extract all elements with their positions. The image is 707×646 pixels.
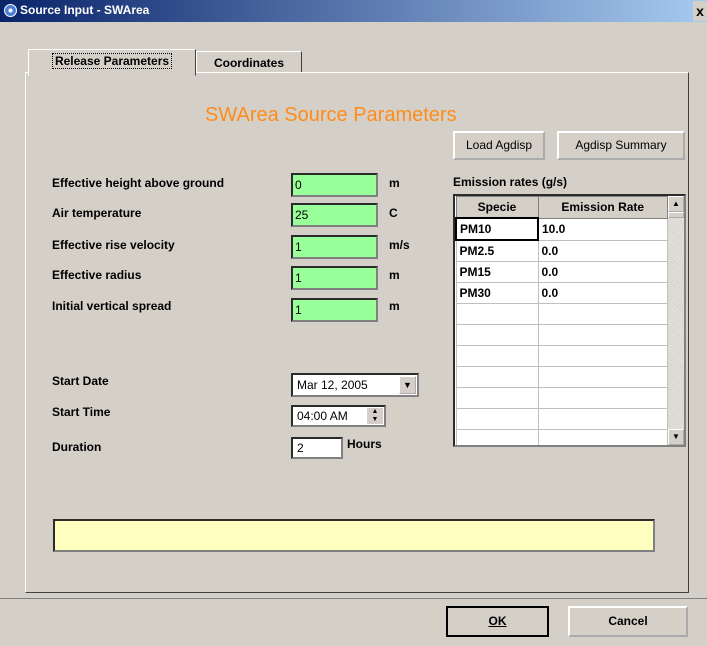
table-cell-rate[interactable] xyxy=(537,429,668,445)
start-time-label: Start Time xyxy=(52,405,111,419)
air-temperature-label: Air temperature xyxy=(52,206,142,220)
tab-coordinates-label: Coordinates xyxy=(213,56,284,70)
emission-header-row: Specie Emission Rate xyxy=(455,196,668,219)
table-row[interactable] xyxy=(455,345,668,367)
table-cell-rate[interactable]: 0.0 xyxy=(537,282,668,304)
bottom-divider xyxy=(0,598,707,599)
app-icon xyxy=(4,4,17,17)
section-header: SWArea Source Parameters xyxy=(205,104,457,126)
table-cell-rate[interactable] xyxy=(537,303,668,325)
table-cell-specie[interactable] xyxy=(455,303,539,325)
effective-height-unit: m xyxy=(389,176,400,190)
table-cell-specie[interactable] xyxy=(455,345,539,367)
table-cell-specie[interactable]: PM10 xyxy=(455,217,539,241)
table-cell-rate[interactable] xyxy=(537,324,668,346)
duration-input[interactable]: 2 xyxy=(291,437,343,459)
table-cell-rate[interactable]: 0.0 xyxy=(537,261,668,283)
start-date-picker[interactable]: Mar 12, 2005 ▼ xyxy=(291,373,419,397)
table-row[interactable] xyxy=(455,387,668,409)
table-cell-specie[interactable]: PM15 xyxy=(455,261,539,283)
tab-release-parameters[interactable]: Release Parameters xyxy=(28,49,196,76)
table-cell-rate[interactable] xyxy=(537,366,668,388)
tab-coordinates[interactable]: Coordinates xyxy=(196,51,302,73)
vertical-spread-unit: m xyxy=(389,299,400,313)
time-spinner-icon[interactable]: ▲ ▼ xyxy=(367,408,383,424)
table-row[interactable] xyxy=(455,408,668,430)
table-row[interactable]: PM2.5 0.0 xyxy=(455,239,668,262)
table-row[interactable] xyxy=(455,324,668,346)
air-temperature-input[interactable]: 25 xyxy=(291,203,378,227)
window-title: Source Input - SWArea xyxy=(20,3,150,17)
load-agdisp-button[interactable]: Load Agdisp xyxy=(453,131,545,160)
table-row[interactable]: PM30 0.0 xyxy=(455,282,668,304)
agdisp-summary-button[interactable]: Agdisp Summary xyxy=(557,131,685,160)
rise-velocity-unit: m/s xyxy=(389,238,410,252)
tab-release-parameters-label: Release Parameters xyxy=(51,53,173,69)
start-time-value: 04:00 AM xyxy=(297,409,348,423)
emission-table: Specie Emission Rate PM10 10.0 PM2.5 0.0… xyxy=(455,196,668,445)
scroll-down-icon[interactable]: ▼ xyxy=(668,429,684,445)
emission-rates-title: Emission rates (g/s) xyxy=(453,175,568,189)
vertical-spread-label: Initial vertical spread xyxy=(52,299,172,313)
cancel-button[interactable]: Cancel xyxy=(568,606,688,637)
scroll-thumb[interactable] xyxy=(668,212,684,218)
effective-radius-input[interactable]: 1 xyxy=(291,266,378,290)
table-cell-specie[interactable] xyxy=(455,429,539,445)
duration-label: Duration xyxy=(52,440,102,454)
chevron-down-icon[interactable]: ▼ xyxy=(399,376,416,394)
effective-radius-label: Effective radius xyxy=(52,268,142,282)
duration-unit: Hours xyxy=(347,437,382,451)
start-time-picker[interactable]: 04:00 AM ▲ ▼ xyxy=(291,405,386,427)
table-cell-rate[interactable] xyxy=(537,408,668,430)
emission-rates-grid[interactable]: Specie Emission Rate PM10 10.0 PM2.5 0.0… xyxy=(453,194,686,447)
start-date-label: Start Date xyxy=(52,374,109,388)
table-row[interactable] xyxy=(455,303,668,325)
table-cell-rate[interactable] xyxy=(537,387,668,409)
table-cell-rate[interactable]: 0.0 xyxy=(537,239,668,262)
column-header-emission-rate[interactable]: Emission Rate xyxy=(537,196,668,219)
title-bar: Source Input - SWArea x xyxy=(0,0,707,22)
effective-height-input[interactable]: 0 xyxy=(291,173,378,197)
scroll-up-icon[interactable]: ▲ xyxy=(668,196,684,212)
cancel-button-label: Cancel xyxy=(608,614,648,628)
table-cell-specie[interactable]: PM2.5 xyxy=(455,239,539,262)
table-cell-specie[interactable]: PM30 xyxy=(455,282,539,304)
table-cell-rate[interactable]: 10.0 xyxy=(537,217,668,241)
status-bar xyxy=(53,519,655,552)
table-row[interactable] xyxy=(455,429,668,445)
effective-height-label: Effective height above ground xyxy=(52,176,225,190)
air-temperature-unit: C xyxy=(389,206,398,220)
rise-velocity-input[interactable]: 1 xyxy=(291,235,378,259)
table-row[interactable]: PM10 10.0 xyxy=(455,217,668,241)
vertical-scrollbar[interactable]: ▲ ▼ xyxy=(668,196,684,445)
table-cell-specie[interactable] xyxy=(455,324,539,346)
close-icon[interactable]: x xyxy=(693,1,707,21)
table-cell-specie[interactable] xyxy=(455,366,539,388)
ok-button-label: OK xyxy=(488,614,507,628)
column-header-specie[interactable]: Specie xyxy=(455,196,539,219)
table-cell-specie[interactable] xyxy=(455,387,539,409)
start-date-value: Mar 12, 2005 xyxy=(297,378,368,392)
rise-velocity-label: Effective rise velocity xyxy=(52,238,175,252)
effective-radius-unit: m xyxy=(389,268,400,282)
ok-button[interactable]: OK xyxy=(446,606,549,637)
table-row[interactable] xyxy=(455,366,668,388)
vertical-spread-input[interactable]: 1 xyxy=(291,298,378,322)
table-cell-specie[interactable] xyxy=(455,408,539,430)
table-cell-rate[interactable] xyxy=(537,345,668,367)
table-row[interactable]: PM15 0.0 xyxy=(455,261,668,283)
